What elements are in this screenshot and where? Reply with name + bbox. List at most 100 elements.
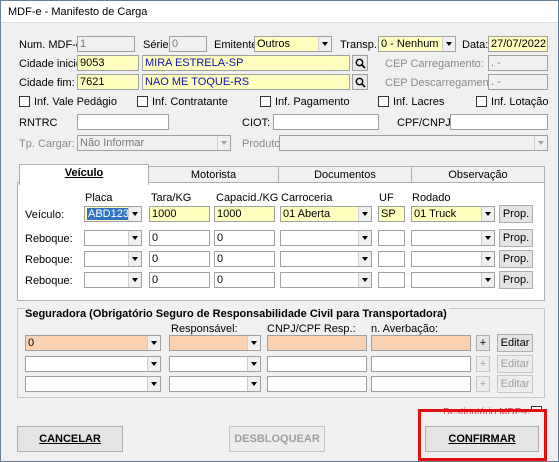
lotacao-checkbox[interactable] (476, 96, 487, 107)
reboque-placa-select[interactable] (84, 251, 142, 267)
chevron-down-icon[interactable] (147, 336, 160, 350)
averbacao-field[interactable] (371, 376, 471, 392)
chevron-down-icon[interactable] (147, 357, 160, 371)
reboque-tara-field[interactable]: 0 (149, 251, 210, 267)
reboque-uf-field[interactable] (378, 230, 405, 246)
responsavel-select[interactable] (169, 356, 261, 372)
chevron-down-icon[interactable] (481, 273, 494, 287)
editar-button[interactable]: Editar (497, 355, 533, 373)
averbacao-field[interactable] (371, 335, 471, 351)
tp-carga-value: Não Informar (80, 137, 145, 149)
responsavel-select[interactable] (169, 335, 261, 351)
reboque-uf-field[interactable] (378, 251, 405, 267)
chevron-down-icon[interactable] (358, 231, 371, 245)
reboque-rodado-select[interactable] (411, 272, 495, 288)
cpf-cnpj-field[interactable] (450, 114, 548, 130)
reboque-placa-select[interactable] (84, 272, 142, 288)
desbloquear-button[interactable]: DESBLOQUEAR (229, 426, 325, 452)
cep-descarregamento-field[interactable]: . - (488, 74, 548, 90)
reboque-prop-button[interactable]: Prop. (499, 271, 533, 289)
carroceria-select[interactable]: 01 Aberta (280, 206, 372, 222)
serie-label: Série: (143, 39, 172, 51)
editar-button[interactable]: Editar (497, 375, 533, 393)
rodado-select[interactable]: 01 Truck (411, 206, 495, 222)
reboque-capacid-field[interactable]: 0 (214, 251, 275, 267)
add-averbacao-button[interactable]: + (476, 356, 490, 372)
reboque-prop-button[interactable]: Prop. (499, 250, 533, 268)
cep-carregamento-field[interactable]: . - (488, 55, 548, 71)
reboque-carroceria-select[interactable] (280, 251, 372, 267)
chevron-down-icon[interactable] (128, 231, 141, 245)
chevron-down-icon[interactable] (247, 357, 260, 371)
serie-field[interactable]: 0 (169, 36, 207, 52)
reboque-rodado-select[interactable] (411, 230, 495, 246)
reboque-tara-field[interactable]: 0 (149, 230, 210, 246)
chevron-down-icon[interactable] (247, 377, 260, 391)
chevron-down-icon[interactable] (147, 377, 160, 391)
cidade-fim-name[interactable]: NAO ME TOQUE-RS (142, 74, 350, 90)
reboque-carroceria-select[interactable] (280, 272, 372, 288)
responsavel-select[interactable] (169, 376, 261, 392)
reboque-placa-select[interactable] (84, 230, 142, 246)
chevron-down-icon[interactable] (481, 231, 494, 245)
ciot-field[interactable] (273, 114, 379, 130)
num-mdfe-field[interactable]: 1 (77, 36, 135, 52)
search-icon[interactable] (352, 74, 368, 90)
reboque-capacid-field[interactable]: 0 (214, 230, 275, 246)
reboque-rodado-select[interactable] (411, 251, 495, 267)
chevron-down-icon[interactable] (442, 37, 455, 51)
chevron-down-icon[interactable] (358, 252, 371, 266)
chevron-down-icon[interactable] (128, 273, 141, 287)
cancelar-button[interactable]: CANCELAR (17, 426, 123, 452)
capacid-field[interactable]: 1000 (214, 206, 275, 222)
reboque-prop-button[interactable]: Prop. (499, 229, 533, 247)
data-field[interactable]: 27/07/2022 (488, 36, 548, 52)
chevron-down-icon[interactable] (318, 37, 331, 51)
veiculo-prop-button[interactable]: Prop. (499, 205, 533, 223)
cep-descarregamento-label: CEP Descarregamento: (385, 77, 501, 89)
reboque-uf-field[interactable] (378, 272, 405, 288)
transp-select[interactable]: 0 - Nenhum (378, 36, 456, 52)
chevron-down-icon[interactable] (358, 273, 371, 287)
chevron-down-icon[interactable] (481, 207, 494, 221)
seguradora-select[interactable] (25, 356, 161, 372)
cidade-inicio-name[interactable]: MIRA ESTRELA-SP (142, 55, 350, 71)
cidade-fim-code[interactable]: 7621 (77, 74, 139, 90)
data-label: Data: (462, 39, 489, 51)
pagamento-checkbox[interactable] (260, 96, 271, 107)
vale-pedagio-checkbox[interactable] (19, 96, 30, 107)
tara-field[interactable]: 1000 (149, 206, 210, 222)
cnpj-resp-field[interactable] (267, 356, 367, 372)
reboque-carroceria-select[interactable] (280, 230, 372, 246)
contratante-checkbox[interactable] (137, 96, 148, 107)
uf-field[interactable]: SP (378, 206, 405, 222)
chevron-down-icon[interactable] (128, 207, 141, 221)
chevron-down-icon[interactable] (358, 207, 371, 221)
reboque-tara-field[interactable]: 0 (149, 272, 210, 288)
seguradora-select[interactable] (25, 376, 161, 392)
chevron-down-icon[interactable] (128, 252, 141, 266)
chevron-down-icon[interactable] (534, 136, 547, 150)
placa-select[interactable]: ABD1234 (84, 206, 142, 222)
cnpj-resp-field[interactable] (267, 376, 367, 392)
editar-button[interactable]: Editar (497, 334, 533, 352)
cidade-inicio-code[interactable]: 9053 (77, 55, 139, 71)
carroceria-header: Carroceria (281, 192, 333, 204)
seguradora-select[interactable]: 0 (25, 335, 161, 351)
tab-veiculo[interactable]: Veículo (19, 164, 149, 185)
emitente-select[interactable]: Outros (254, 36, 332, 52)
add-averbacao-button[interactable]: + (476, 376, 490, 392)
reboque-capacid-field[interactable]: 0 (214, 272, 275, 288)
averbacao-field[interactable] (371, 356, 471, 372)
produto-select[interactable] (279, 135, 548, 151)
search-icon[interactable] (352, 55, 368, 71)
tp-carga-select[interactable]: Não Informar (77, 135, 231, 151)
add-averbacao-button[interactable]: + (476, 335, 490, 351)
rntrc-field[interactable] (77, 114, 169, 130)
chevron-down-icon[interactable] (481, 252, 494, 266)
chevron-down-icon[interactable] (247, 336, 260, 350)
chevron-down-icon[interactable] (217, 136, 230, 150)
title-bar: MDF-e - Manifesto de Carga (1, 1, 558, 23)
lacres-checkbox[interactable] (378, 96, 389, 107)
cnpj-resp-field[interactable] (267, 335, 367, 351)
